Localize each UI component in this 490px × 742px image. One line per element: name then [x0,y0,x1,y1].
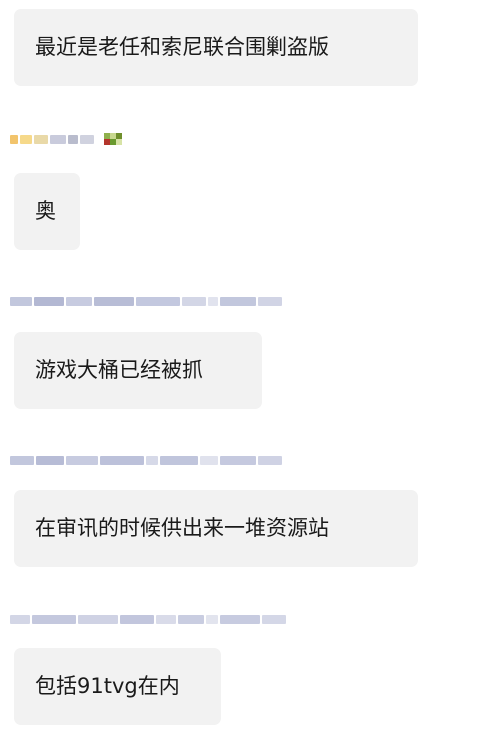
message-text: 奥 [35,199,56,223]
message-text: 游戏大桶已经被抓 [35,358,203,382]
message-text: 在审讯的时候供出来一堆资源站 [35,516,329,540]
sender-name-blurred [10,612,286,626]
message-text: 包括91tvg在内 [35,674,180,698]
message-bubble[interactable]: 游戏大桶已经被抓 [14,332,262,409]
message-text: 最近是老任和索尼联合围剿盗版 [35,35,329,59]
message-bubble[interactable]: 在审讯的时候供出来一堆资源站 [14,490,418,567]
message-bubble[interactable]: 包括91tvg在内 [14,648,221,725]
emoji-icon [104,133,122,145]
sender-name-blurred [10,294,282,308]
message-bubble[interactable]: 奥 [14,173,80,250]
message-bubble[interactable]: 最近是老任和索尼联合围剿盗版 [14,9,418,86]
sender-name-blurred [10,453,282,467]
sender-name-blurred [10,132,122,146]
